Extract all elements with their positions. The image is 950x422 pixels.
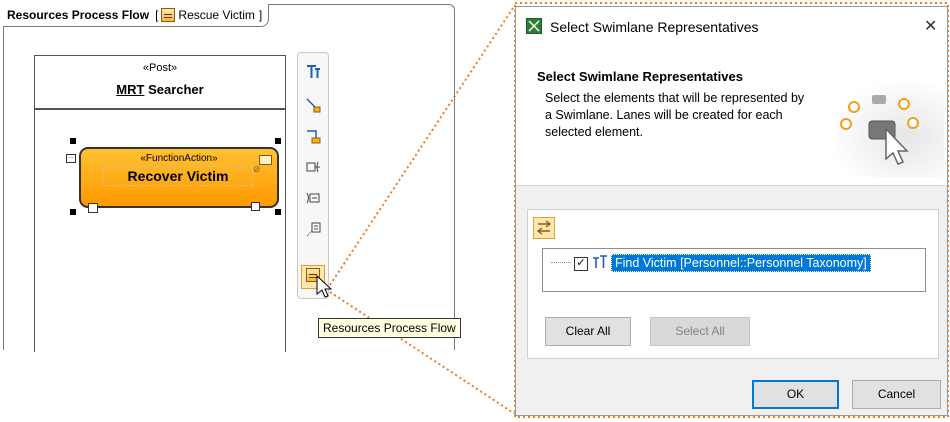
control-flow-icon[interactable]: [305, 97, 321, 113]
bracket-close: ]: [258, 8, 263, 22]
resize-handle-se[interactable]: [275, 209, 281, 215]
select-all-button[interactable]: Select All: [650, 317, 750, 346]
toggle-mode-icon: [536, 220, 552, 235]
bracket-open: [: [155, 8, 159, 22]
action-name[interactable]: Recover Victim: [103, 166, 253, 186]
app-icon: [526, 18, 542, 34]
clear-all-button[interactable]: Clear All: [545, 317, 631, 346]
mouse-cursor-icon: [316, 275, 332, 298]
toggle-mode-button[interactable]: [533, 217, 555, 239]
more-handle-icon[interactable]: …: [66, 154, 76, 163]
diagram-context: Rescue Victim: [178, 8, 255, 22]
resize-handle-nw[interactable]: [70, 138, 76, 144]
comment-icon[interactable]: [305, 221, 321, 237]
swimlane-name-prefix: MRT: [116, 82, 145, 97]
diagram-title: Resources Process Flow: [7, 8, 150, 22]
select-swimlane-dialog: Select Swimlane Representatives ✕ Select…: [515, 6, 948, 416]
tree-item-checkbox[interactable]: ✓: [574, 257, 588, 271]
cancel-button[interactable]: Cancel: [852, 380, 941, 409]
pin-out-icon[interactable]: [305, 190, 321, 206]
resize-grip-icon[interactable]: [251, 202, 260, 211]
dialog-titlebar: Select Swimlane Representatives ✕: [516, 7, 947, 47]
selection-panel: ✓ Find Victim [Personnel::Personnel Taxo…: [527, 209, 939, 359]
element-tree[interactable]: ✓ Find Victim [Personnel::Personnel Taxo…: [542, 248, 926, 292]
swimlane-header[interactable]: «Post» MRT Searcher: [34, 55, 286, 110]
dialog-title: Select Swimlane Representatives: [550, 19, 759, 35]
taxonomy-icon: [593, 255, 607, 268]
swimlane-wizard-illustration: [816, 77, 944, 177]
action-link-icon: ⊘: [253, 164, 261, 174]
text-tool-icon[interactable]: [305, 64, 321, 80]
resize-handle-ne[interactable]: [275, 138, 281, 144]
tree-item-label[interactable]: Find Victim [Personnel::Personnel Taxono…: [611, 254, 871, 272]
swimlane-name: MRT Searcher: [35, 82, 285, 97]
header-title: Select Swimlane Representatives: [537, 69, 743, 84]
close-icon[interactable]: ✕: [924, 16, 937, 36]
function-action[interactable]: «FunctionAction» Recover Victim ⊘: [79, 147, 279, 208]
sub-diagram-icon[interactable]: [88, 203, 98, 213]
smart-manipulator-toolbar: [297, 52, 329, 299]
ok-button[interactable]: OK: [752, 380, 839, 409]
diagram-frame-tab: Resources Process Flow [ Rescue Victim ]: [3, 4, 270, 27]
tree-line: [551, 262, 571, 263]
pin-in-icon[interactable]: [305, 159, 321, 175]
swimlane-stereotype: «Post»: [142, 62, 178, 74]
diagram-icon: [161, 8, 176, 22]
object-flow-icon[interactable]: [305, 128, 321, 144]
tooltip: Resources Process Flow: [318, 318, 461, 338]
header-description: Select the elements that will be represe…: [545, 91, 805, 139]
action-stereotype: «FunctionAction»: [140, 153, 218, 164]
dialog-header: Select Swimlane Representatives Select t…: [516, 47, 947, 186]
swimlane-name-rest: Searcher: [144, 82, 204, 97]
action-corner-icon: [259, 155, 272, 165]
resize-handle-sw[interactable]: [70, 209, 76, 215]
